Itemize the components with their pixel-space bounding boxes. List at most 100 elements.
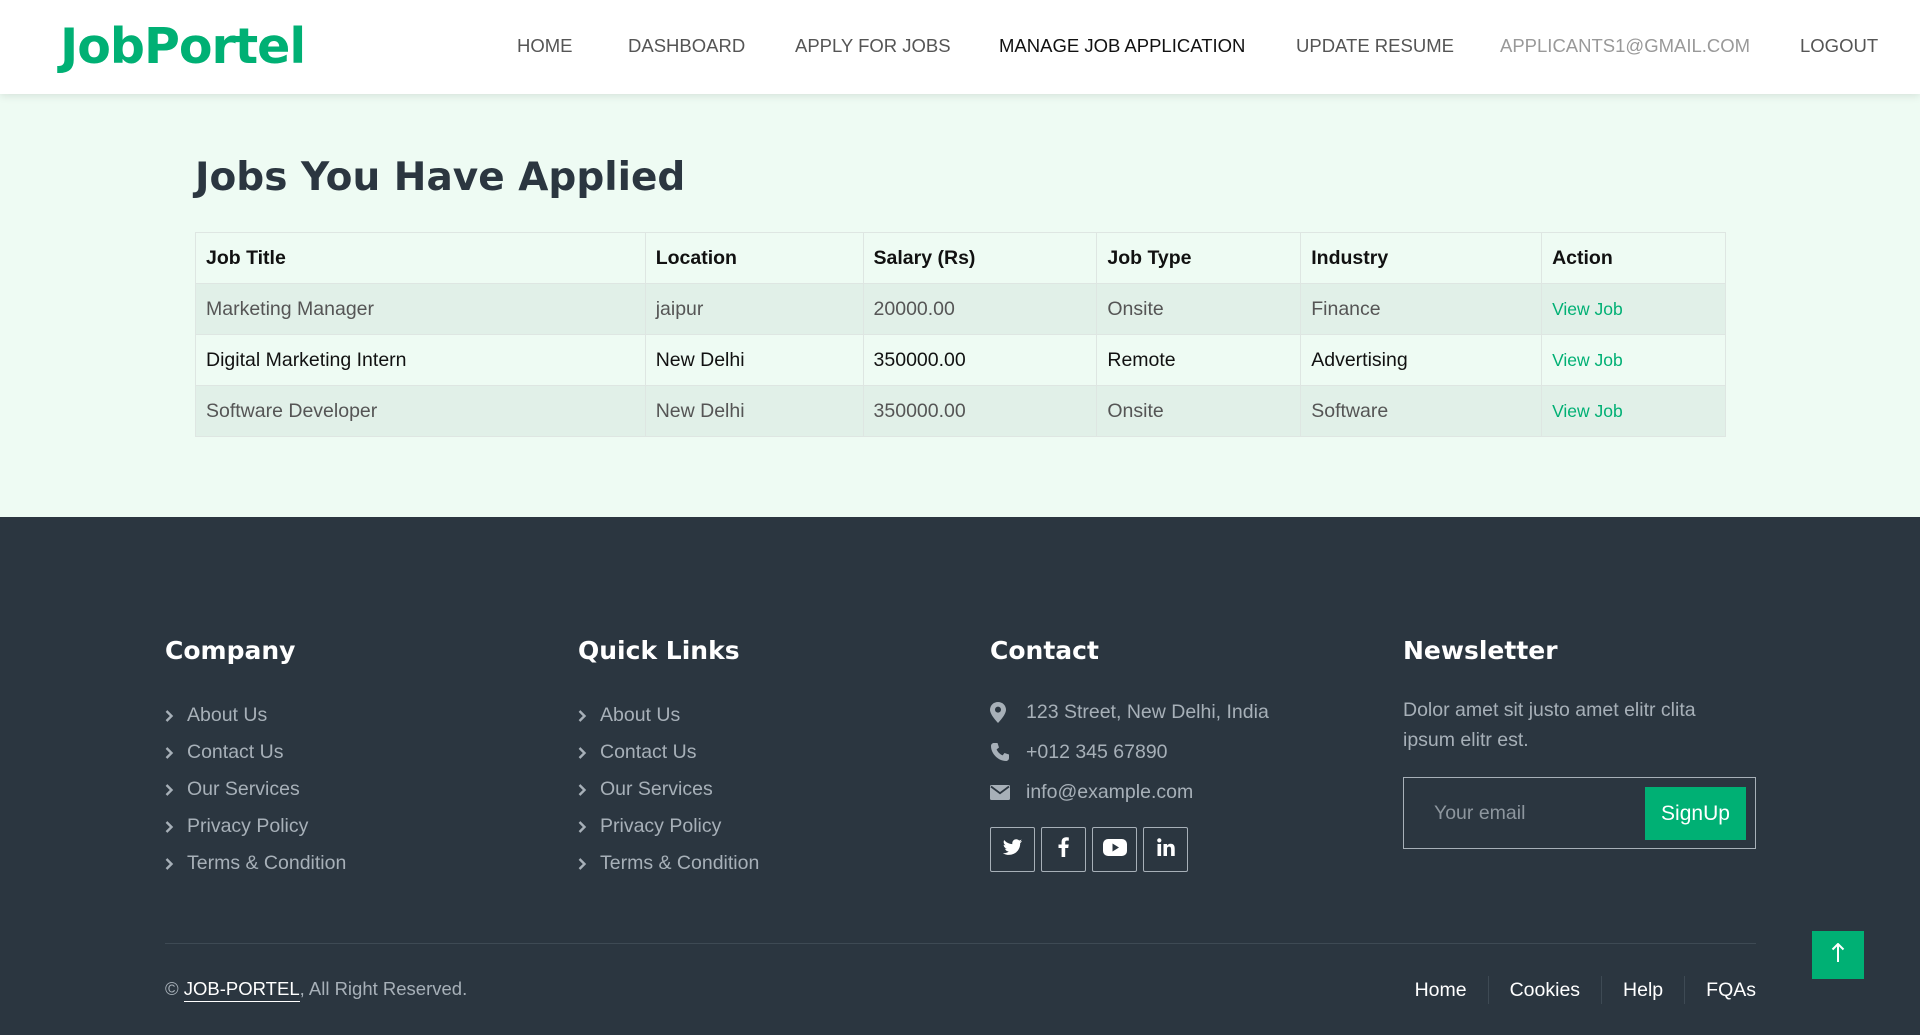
copyright-text: , All Right Reserved. [299, 978, 468, 999]
view-job-link[interactable]: View Job [1552, 401, 1623, 421]
arrow-up-icon [1831, 942, 1845, 968]
chevron-right-icon [578, 746, 600, 759]
newsletter-email-input[interactable] [1434, 802, 1624, 825]
brand-logo[interactable]: JobPortel [60, 18, 306, 76]
cell-action: View Job [1541, 283, 1726, 335]
column-header: Location [644, 232, 864, 284]
column-header: Action [1541, 232, 1726, 284]
footer-link-about-us[interactable]: About Us [578, 697, 759, 734]
table-header-row: Job Title Location Salary (Rs) Job Type … [195, 232, 1726, 284]
page-title: Jobs You Have Applied [195, 155, 686, 200]
copyright-brand-link[interactable]: JOB-PORTEL [183, 978, 300, 1002]
footer-menu-help[interactable]: Help [1601, 976, 1684, 1004]
footer-link-contact-us[interactable]: Contact Us [578, 734, 759, 771]
nav-dashboard[interactable]: DASHBOARD [628, 35, 745, 57]
cell-location: New Delhi [644, 334, 864, 386]
footer-link-privacy-policy[interactable]: Privacy Policy [578, 808, 759, 845]
chevron-right-icon [165, 783, 187, 796]
nav-manage-job-application[interactable]: MANAGE JOB APPLICATION [999, 35, 1245, 57]
view-job-link[interactable]: View Job [1552, 299, 1623, 319]
cell-salary: 350000.00 [862, 385, 1098, 437]
applied-jobs-table: Job Title Location Salary (Rs) Job Type … [195, 232, 1726, 437]
footer-link-label: Terms & Condition [600, 852, 760, 874]
twitter-button[interactable] [990, 827, 1035, 872]
youtube-button[interactable] [1092, 827, 1137, 872]
chevron-right-icon [578, 857, 600, 870]
chevron-right-icon [578, 709, 600, 722]
footer-link-label: Our Services [187, 778, 300, 800]
column-header: Job Title [195, 232, 646, 284]
main-content: Jobs You Have Applied Job Title Location… [0, 94, 1920, 517]
footer-link-label: About Us [187, 704, 268, 726]
nav-user-email[interactable]: APPLICANTS1@GMAIL.COM [1500, 35, 1750, 57]
footer-link-contact-us[interactable]: Contact Us [165, 734, 346, 771]
newsletter-text: Dolor amet sit justo amet elitr clita ip… [1403, 699, 1696, 751]
footer-link-label: Privacy Policy [600, 815, 722, 837]
cell-action: View Job [1541, 385, 1726, 437]
footer: Company About Us Contact Us Our Services… [0, 517, 1920, 1035]
back-to-top-button[interactable] [1812, 931, 1864, 979]
twitter-icon [1002, 838, 1023, 861]
footer-link-our-services[interactable]: Our Services [578, 771, 759, 808]
chevron-right-icon [165, 820, 187, 833]
chevron-right-icon [165, 709, 187, 722]
column-header: Salary (Rs) [862, 232, 1098, 284]
cell-location: jaipur [644, 283, 864, 335]
social-links [990, 827, 1188, 872]
chevron-right-icon [165, 857, 187, 870]
nav-apply-for-jobs[interactable]: APPLY FOR JOBS [795, 35, 951, 57]
chevron-right-icon [578, 820, 600, 833]
footer-heading-contact: Contact [990, 636, 1099, 665]
footer-menu-home[interactable]: Home [1394, 976, 1488, 1004]
footer-link-label: Contact Us [187, 741, 284, 763]
linkedin-button[interactable] [1143, 827, 1188, 872]
footer-link-label: Contact Us [600, 741, 697, 763]
nav-home[interactable]: HOME [517, 35, 573, 57]
copyright: © JOB-PORTEL, All Right Reserved. [165, 978, 468, 1002]
linkedin-icon [1156, 838, 1175, 861]
footer-link-about-us[interactable]: About Us [165, 697, 346, 734]
facebook-button[interactable] [1041, 827, 1086, 872]
footer-menu-fqas[interactable]: FQAs [1684, 976, 1756, 1004]
footer-heading-quick-links: Quick Links [578, 636, 740, 665]
cell-job-title: Software Developer [195, 385, 646, 437]
footer-link-label: Our Services [600, 778, 713, 800]
view-job-link[interactable]: View Job [1552, 350, 1623, 370]
cell-job-type: Remote [1096, 334, 1302, 386]
copyright-symbol: © [165, 978, 179, 999]
cell-location: New Delhi [644, 385, 864, 437]
contact-email: info@example.com [990, 777, 1193, 807]
facebook-icon [1058, 837, 1069, 862]
footer-divider [165, 943, 1756, 944]
cell-industry: Advertising [1300, 334, 1543, 386]
envelope-icon [990, 784, 1026, 800]
footer-menu-cookies[interactable]: Cookies [1487, 976, 1601, 1004]
cell-industry: Software [1300, 385, 1543, 437]
contact-phone: +012 345 67890 [990, 737, 1168, 767]
cell-salary: 20000.00 [862, 283, 1098, 335]
footer-link-our-services[interactable]: Our Services [165, 771, 346, 808]
contact-address-text: 123 Street, New Delhi, India [1026, 700, 1269, 723]
phone-icon [990, 742, 1026, 762]
newsletter-form: SignUp [1403, 777, 1756, 849]
contact-phone-text: +012 345 67890 [1026, 740, 1168, 763]
company-links: About Us Contact Us Our Services Privacy… [165, 697, 346, 882]
chevron-right-icon [165, 746, 187, 759]
footer-link-terms[interactable]: Terms & Condition [165, 845, 346, 882]
signup-button[interactable]: SignUp [1645, 787, 1746, 840]
nav-logout[interactable]: LOGOUT [1800, 35, 1878, 57]
contact-email-text: info@example.com [1026, 780, 1194, 803]
footer-heading-company: Company [165, 636, 296, 665]
table-row: Digital Marketing Intern New Delhi 35000… [195, 334, 1726, 386]
quick-links: About Us Contact Us Our Services Privacy… [578, 697, 759, 882]
footer-link-terms[interactable]: Terms & Condition [578, 845, 759, 882]
table-row: Software Developer New Delhi 350000.00 O… [195, 385, 1726, 437]
footer-link-privacy-policy[interactable]: Privacy Policy [165, 808, 346, 845]
cell-job-type: Onsite [1096, 283, 1302, 335]
contact-address: 123 Street, New Delhi, India [990, 697, 1269, 727]
nav-update-resume[interactable]: UPDATE RESUME [1296, 35, 1454, 57]
cell-job-type: Onsite [1096, 385, 1302, 437]
chevron-right-icon [578, 783, 600, 796]
youtube-icon [1102, 838, 1127, 861]
footer-link-label: About Us [600, 704, 681, 726]
